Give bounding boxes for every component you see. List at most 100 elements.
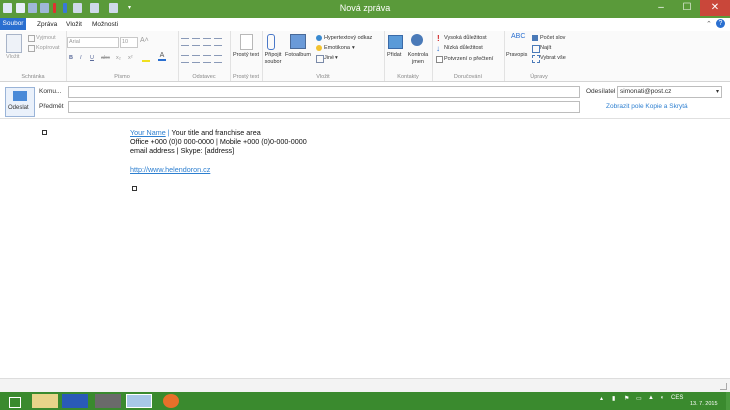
read-receipt-checkbox[interactable] [436,56,443,63]
numbering-icon[interactable] [192,38,200,46]
other-button[interactable]: Jiné [324,55,334,61]
subject-input[interactable] [68,101,580,113]
from-label: Odesílatel [586,88,616,95]
copy-button[interactable]: Kopírovat [36,45,60,51]
group-font: Arial 10 A˄ B I U abc x₂ x² A Písmo [66,31,179,81]
increase-indent-icon[interactable] [214,38,222,46]
low-importance-button[interactable]: Nízká důležitost [444,45,483,51]
send-icon [13,91,27,101]
window-title: Nová zpráva [339,3,391,13]
group-label-font: Písmo [114,74,130,80]
tab-options[interactable]: Možnosti [88,19,122,30]
find-button[interactable]: Najít [540,45,551,51]
justify-icon[interactable] [214,55,222,63]
align-left-icon[interactable] [181,55,189,63]
tray-date[interactable]: 13. 7. 2015 [690,401,718,407]
plain-text-button[interactable]: Prostý text [232,52,260,59]
tray-battery-icon[interactable]: ▭ [636,395,642,402]
signature-email-line: email address | Skype: [address] [130,146,235,155]
add-contact-icon[interactable] [388,35,403,49]
hyperlink-button[interactable]: Hypertextový odkaz [324,35,372,41]
underline-icon[interactable]: U [90,55,94,61]
italic-icon[interactable]: I [80,55,82,61]
to-button[interactable]: Komu... [39,88,61,95]
attach-file-icon[interactable] [267,34,275,50]
attach-file-button[interactable]: Připojit soubor [262,52,284,66]
to-input[interactable] [68,86,580,98]
signature-website-link[interactable]: http://www.helendoron.cz [130,165,210,174]
close-button[interactable]: ✕ [700,0,730,16]
photoalbum-button[interactable]: Fotoalbum [285,52,311,58]
windows-icon [9,397,21,408]
tab-insert[interactable]: Vložit [62,19,86,30]
taskbar-firefox-icon[interactable] [163,394,179,408]
emoticon-button[interactable]: Emotikona [324,45,350,51]
word-count-button[interactable]: Počet slov [540,35,565,41]
tray-signal-icon[interactable]: ▲ [648,395,654,401]
tab-file[interactable]: Soubor [0,18,26,30]
font-color-icon[interactable]: A [158,52,166,61]
tray-network-icon[interactable]: ▮ [612,395,615,402]
show-desktop-button[interactable] [726,392,730,410]
collapse-ribbon-icon[interactable]: ⌃ [706,20,712,28]
taskbar: ▴ ▮ ⚑ ▭ ▲ ◖ CES 13. 7. 2015 [0,392,730,410]
copy-icon [28,45,35,52]
bold-icon[interactable]: B [69,55,73,61]
title-bar: ▾ Nová zpráva – ☐ ✕ [0,0,730,18]
font-size-select[interactable]: 10 [120,37,138,48]
tray-flag-icon[interactable]: ⚑ [624,395,629,402]
group-plain-text: Prostý text Prostý text [230,31,263,81]
resize-grip-icon[interactable] [720,383,727,390]
font-size-value: 10 [122,39,129,45]
group-insert: Připojit soubor Fotoalbum Hypertextový o… [262,31,385,81]
paste-button[interactable]: Vložit [6,54,19,60]
spelling-icon[interactable]: ABC [511,33,525,48]
emoticon-dropdown-icon[interactable]: ▾ [352,45,355,51]
taskbar-app-icon[interactable] [62,394,88,408]
decrease-indent-icon[interactable] [203,38,211,46]
tab-message[interactable]: Zpráva [33,19,61,30]
grow-font-icon[interactable]: A˄ [140,37,149,44]
ribbon-tabs: Soubor Zpráva Vložit Možnosti ⌃ ? [0,18,730,32]
paste-icon[interactable] [6,34,22,53]
check-names-icon[interactable] [411,34,423,46]
subscript-icon[interactable]: x₂ [116,55,121,61]
tray-volume-icon[interactable]: ◖ [660,395,664,401]
add-contact-button[interactable]: Přidat [387,52,401,58]
minimize-button[interactable]: – [648,0,674,16]
from-select[interactable]: simonati@post.cz ▾ [617,86,722,98]
high-importance-button[interactable]: Vysoká důležitost [444,35,487,41]
message-body[interactable]: Your Name | Your title and franchise are… [0,119,730,377]
group-label-contacts: Kontakty [397,74,419,80]
align-right-icon[interactable] [203,55,211,63]
plain-text-icon[interactable] [240,34,253,50]
cut-button[interactable]: Vyjmout [36,35,56,41]
tray-expand-icon[interactable]: ▴ [600,395,603,402]
superscript-icon[interactable]: x² [128,55,133,61]
signature-name-link[interactable]: Your Name [130,128,166,137]
spelling-button[interactable]: Pravopis [506,52,527,58]
signature-separator: | [167,128,170,137]
check-names-button[interactable]: Kontrola jmen [406,52,430,66]
select-all-button[interactable]: Vybrat vše [540,55,566,61]
start-button[interactable] [2,394,26,408]
highlight-icon[interactable] [142,54,150,62]
other-dropdown-icon[interactable]: ▾ [335,55,338,61]
font-name-select[interactable]: Arial [67,37,119,48]
tray-language[interactable]: CES [671,395,683,401]
align-center-icon[interactable] [192,55,200,63]
help-icon[interactable]: ? [716,19,725,28]
strikethrough-icon[interactable]: abc [101,55,110,61]
signature-phone-line: Office +000 (0)0 000-0000 | Mobile +000 … [130,137,307,146]
bullets-icon[interactable] [181,38,189,46]
photoalbum-icon[interactable] [290,34,306,49]
taskbar-mail-icon[interactable] [126,394,152,408]
show-cc-bcc-link[interactable]: Zobrazit pole Kopie a Skrytá [606,103,688,110]
ribbon: Vložit Vyjmout Kopírovat Schránka Arial … [0,31,730,82]
taskbar-explorer-icon[interactable] [32,394,58,408]
maximize-button[interactable]: ☐ [674,0,700,16]
cut-icon [28,35,35,42]
group-paragraph: Odstavec [178,31,231,81]
send-button[interactable]: Odeslat [5,87,35,117]
taskbar-photo-icon[interactable] [95,394,121,408]
